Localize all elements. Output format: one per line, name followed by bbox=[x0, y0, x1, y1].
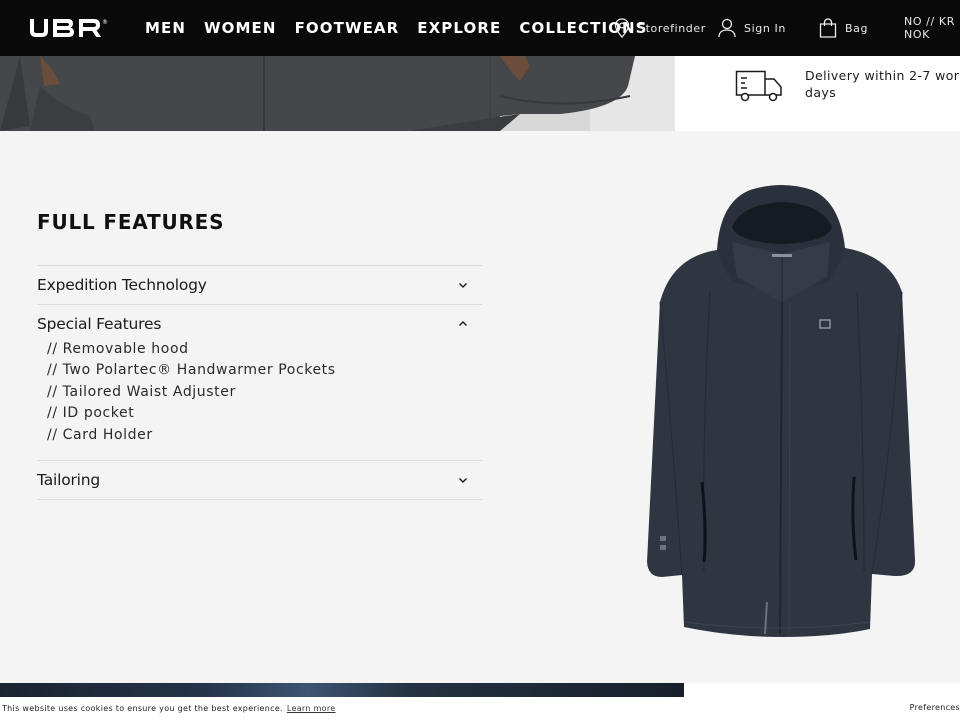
locale-selector[interactable]: NO // KR NOK bbox=[904, 0, 960, 56]
section-title: FULL FEATURES bbox=[37, 210, 225, 234]
delivery-text: Delivery within 2-7 working days bbox=[805, 67, 960, 101]
location-pin-icon bbox=[614, 18, 630, 38]
product-page: ® MEN WOMEN FOOTWEAR EXPLORE COLLECTIONS… bbox=[0, 0, 960, 720]
cookie-message: This website uses cookies to ensure you … bbox=[2, 704, 283, 713]
feature-item: // Two Polartec® Handwarmer Pockets bbox=[47, 362, 336, 379]
accordion-item-special-features: Special Features // Removable hood // Tw… bbox=[37, 304, 482, 460]
nav-footwear[interactable]: FOOTWEAR bbox=[295, 19, 400, 37]
storefinder-label: Storefinder bbox=[638, 21, 706, 35]
delivery-info: Delivery within 2-7 working days bbox=[675, 56, 960, 131]
ubr-logo[interactable]: ® bbox=[28, 16, 110, 40]
main-menu: MEN WOMEN FOOTWEAR EXPLORE COLLECTIONS bbox=[145, 0, 648, 56]
feature-item: // Removable hood bbox=[47, 341, 189, 357]
truck-icon bbox=[735, 70, 783, 102]
storefinder-link[interactable]: Storefinder bbox=[614, 0, 706, 56]
accordion-label: Special Features bbox=[37, 315, 162, 333]
feature-item: // ID pocket bbox=[47, 405, 135, 422]
locale-label: NO // KR NOK bbox=[904, 15, 955, 41]
accordion-header-special-features[interactable]: Special Features bbox=[37, 305, 482, 343]
user-icon bbox=[718, 18, 736, 38]
svg-text:®: ® bbox=[102, 19, 108, 26]
nav-men[interactable]: MEN bbox=[145, 19, 186, 37]
sign-in-link[interactable]: Sign In bbox=[718, 0, 786, 56]
delivery-line-1: Delivery within 2-7 working bbox=[805, 68, 960, 83]
features-accordion: Expedition Technology Special Features /… bbox=[37, 265, 482, 501]
accordion-item-tailoring: Tailoring bbox=[37, 460, 482, 501]
learn-more-link[interactable]: Learn more bbox=[287, 704, 336, 713]
feature-item: // Card Holder bbox=[47, 426, 153, 443]
next-section-panel bbox=[684, 683, 960, 697]
sign-in-label: Sign In bbox=[744, 21, 786, 35]
cookie-preferences-button[interactable]: Preferences bbox=[910, 703, 960, 712]
bag-link[interactable]: Bag bbox=[819, 0, 868, 56]
next-section-image bbox=[0, 683, 684, 697]
nav-women[interactable]: WOMEN bbox=[204, 19, 277, 37]
cookie-banner: This website uses cookies to ensure you … bbox=[0, 697, 960, 720]
accordion-header-tailoring[interactable]: Tailoring bbox=[37, 461, 482, 499]
bag-icon bbox=[819, 18, 837, 38]
chevron-down-icon bbox=[456, 278, 470, 292]
top-navigation: ® MEN WOMEN FOOTWEAR EXPLORE COLLECTIONS… bbox=[0, 0, 960, 56]
accordion-label: Expedition Technology bbox=[37, 276, 207, 294]
accordion-item-expedition-technology: Expedition Technology bbox=[37, 265, 482, 304]
bag-label: Bag bbox=[845, 21, 869, 35]
feature-item: // Tailored Waist Adjuster bbox=[47, 383, 236, 400]
hero-photo bbox=[0, 56, 675, 131]
nav-explore[interactable]: EXPLORE bbox=[417, 19, 501, 37]
product-image bbox=[632, 182, 932, 642]
chevron-down-icon bbox=[456, 473, 470, 487]
chevron-up-icon bbox=[456, 317, 470, 331]
accordion-label: Tailoring bbox=[37, 471, 101, 490]
special-features-list: // Removable hood // Two Polartec® Handw… bbox=[37, 339, 482, 460]
delivery-line-2: days bbox=[805, 85, 837, 100]
full-features-section: FULL FEATURES Expedition Technology Spec… bbox=[0, 142, 960, 683]
accordion-header-expedition-technology[interactable]: Expedition Technology bbox=[37, 266, 482, 304]
